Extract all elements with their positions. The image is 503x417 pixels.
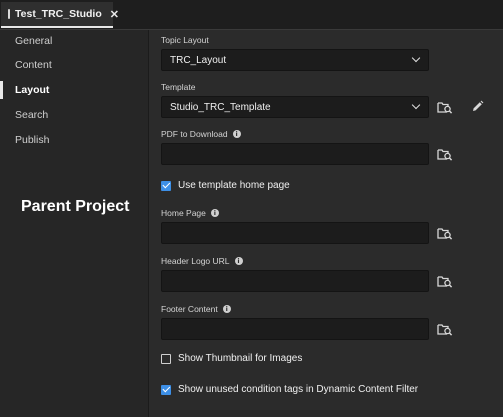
browse-folder-icon[interactable]	[437, 100, 453, 114]
header-logo-input[interactable]	[161, 270, 429, 292]
template-select[interactable]: Studio_TRC_Template	[161, 96, 429, 118]
document-icon	[8, 9, 10, 19]
info-icon[interactable]: i	[222, 305, 231, 313]
topic-layout-label-text: Topic Layout	[161, 35, 209, 45]
sidebar-item-publish[interactable]: Publish	[0, 129, 148, 151]
sidebar-item-general[interactable]: General	[0, 30, 148, 52]
show-thumbnail-label: Show Thumbnail for Images	[178, 353, 303, 364]
topic-layout-select[interactable]: TRC_Layout	[161, 49, 429, 71]
use-template-home-label: Use template home page	[178, 180, 290, 191]
close-icon[interactable]: ✕	[110, 8, 119, 21]
sidebar-item-label: General	[15, 35, 53, 47]
home-page-label-text: Home Page	[161, 208, 206, 218]
sidebar-item-label: Content	[15, 59, 52, 71]
template-value: Studio_TRC_Template	[170, 101, 271, 113]
layout-settings-panel: Topic Layout TRC_Layout Template Studio_…	[149, 30, 503, 417]
footer-content-input[interactable]	[161, 318, 429, 340]
show-unused-tags-label: Show unused condition tags in Dynamic Co…	[178, 384, 419, 395]
sidebar-item-label: Publish	[15, 134, 50, 146]
sidebar: General Content Layout Search Publish	[0, 30, 149, 417]
browse-folder-icon[interactable]	[437, 226, 453, 240]
parent-project-label: Parent Project	[21, 198, 130, 215]
template-label-text: Template	[161, 82, 196, 92]
browse-folder-icon[interactable]	[437, 322, 453, 336]
chevron-down-icon	[411, 53, 421, 63]
info-icon[interactable]: i	[234, 257, 243, 265]
info-icon[interactable]: i	[210, 209, 219, 217]
edit-pencil-icon[interactable]	[471, 100, 484, 113]
sidebar-item-layout[interactable]: Layout	[0, 79, 148, 101]
tab-title: Test_TRC_Studio	[15, 8, 102, 20]
show-unused-tags-checkbox[interactable]	[161, 384, 171, 395]
header-logo-label-text: Header Logo URL	[161, 256, 230, 266]
browse-folder-icon[interactable]	[437, 274, 453, 288]
tab-test-trc-studio[interactable]: Test_TRC_Studio ✕	[1, 2, 119, 28]
pdf-download-label: PDF to Download i	[161, 129, 241, 139]
footer-content-label: Footer Content i	[161, 304, 231, 314]
home-page-label: Home Page i	[161, 208, 219, 218]
topic-layout-label: Topic Layout	[161, 35, 209, 45]
use-template-home-row[interactable]: Use template home page	[161, 180, 290, 191]
header-logo-label: Header Logo URL i	[161, 256, 243, 266]
chevron-down-icon	[411, 100, 421, 110]
info-icon[interactable]: i	[232, 130, 241, 138]
show-unused-tags-row[interactable]: Show unused condition tags in Dynamic Co…	[161, 384, 418, 395]
sidebar-item-label: Layout	[15, 84, 50, 96]
footer-content-label-text: Footer Content	[161, 304, 218, 314]
sidebar-item-label: Search	[15, 109, 49, 121]
template-label: Template	[161, 82, 196, 92]
pdf-download-label-text: PDF to Download	[161, 129, 228, 139]
show-thumbnail-row[interactable]: Show Thumbnail for Images	[161, 353, 302, 364]
sidebar-item-search[interactable]: Search	[0, 104, 148, 126]
use-template-home-checkbox[interactable]	[161, 180, 171, 191]
topic-layout-value: TRC_Layout	[170, 54, 227, 66]
show-thumbnail-checkbox[interactable]	[161, 353, 171, 364]
sidebar-item-content[interactable]: Content	[0, 54, 148, 76]
browse-folder-icon[interactable]	[437, 147, 453, 161]
tab-bar: Test_TRC_Studio ✕	[0, 0, 503, 30]
home-page-input[interactable]	[161, 222, 429, 244]
pdf-download-input[interactable]	[161, 143, 429, 165]
